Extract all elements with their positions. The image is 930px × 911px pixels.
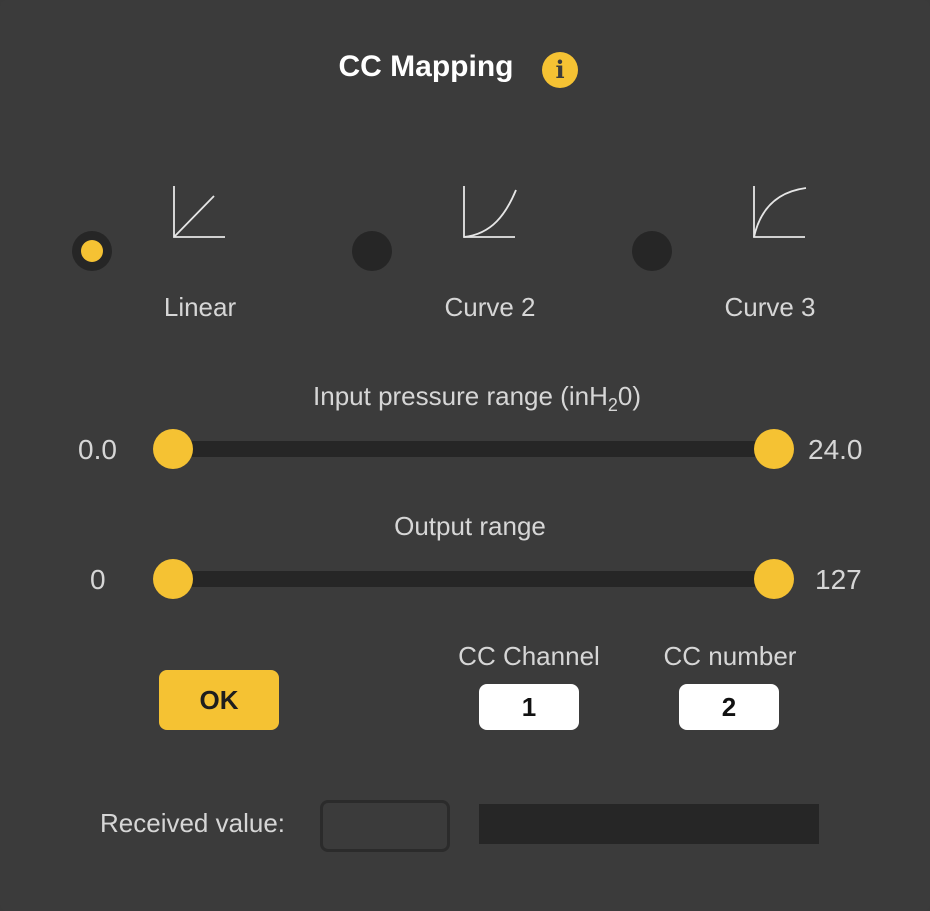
input-range-min-value: 0.0 xyxy=(78,434,117,465)
dialog-title: CC Mapping xyxy=(338,50,514,83)
curve-label-curve-2: Curve 2 xyxy=(444,292,536,322)
cc-mapping-dialog: CC Mapping i Linear Curve 2 Curve 3 Inpu… xyxy=(0,0,930,911)
exponential-curve-icon xyxy=(463,186,517,238)
ok-button[interactable]: OK xyxy=(159,670,279,730)
output-range-min-handle[interactable] xyxy=(153,559,193,599)
received-value-meter xyxy=(479,804,819,844)
cc-channel-input[interactable]: 1 xyxy=(479,684,579,730)
cc-number-input[interactable]: 2 xyxy=(679,684,779,730)
output-range-min-value: 0 xyxy=(90,564,106,595)
input-range-max-value: 24.0 xyxy=(808,434,863,465)
linear-curve-icon xyxy=(173,186,225,238)
output-range-max-handle[interactable] xyxy=(754,559,794,599)
output-range-label: Output range xyxy=(394,511,546,541)
radio-curve-2[interactable] xyxy=(352,231,392,271)
received-value-display xyxy=(320,800,450,852)
input-range-min-handle[interactable] xyxy=(153,429,193,469)
received-value-label: Received value: xyxy=(100,808,285,838)
info-icon[interactable]: i xyxy=(542,52,578,88)
input-range-track[interactable] xyxy=(173,441,774,457)
cc-channel-label: CC Channel xyxy=(458,641,600,671)
cc-number-label: CC number xyxy=(663,641,797,671)
input-range-max-handle[interactable] xyxy=(754,429,794,469)
radio-selected-dot xyxy=(81,240,103,262)
radio-linear[interactable] xyxy=(72,231,112,271)
input-range-label: Input pressure range (inH20) xyxy=(313,381,641,416)
curve-label-linear: Linear xyxy=(163,292,237,322)
radio-curve-3[interactable] xyxy=(632,231,672,271)
logarithmic-curve-icon xyxy=(753,186,807,238)
output-range-track[interactable] xyxy=(173,571,774,587)
output-range-max-value: 127 xyxy=(815,564,862,595)
curve-label-curve-3: Curve 3 xyxy=(724,292,816,322)
